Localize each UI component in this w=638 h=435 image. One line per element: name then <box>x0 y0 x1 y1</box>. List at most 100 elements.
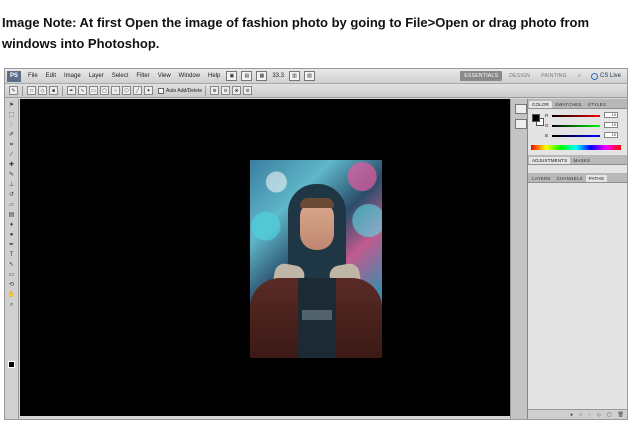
brush-tool-icon[interactable]: ✎ <box>7 171 17 179</box>
g-slider[interactable] <box>552 125 600 127</box>
color-spectrum-bar[interactable] <box>531 145 621 150</box>
rounded-rectangle-icon[interactable]: ▢ <box>100 86 109 95</box>
stroke-path-icon[interactable]: ○ <box>579 412 582 418</box>
delete-path-icon[interactable]: 🗑 <box>618 412 624 418</box>
zoom-level[interactable]: 33.3 <box>269 73 287 79</box>
b-slider[interactable] <box>552 135 600 137</box>
tab-channels[interactable]: CHANNELS <box>554 175 586 182</box>
ps-logo: PS <box>7 70 21 82</box>
actions-panel-icon[interactable] <box>514 119 527 129</box>
tab-masks[interactable]: MASKS <box>570 157 593 164</box>
bridge-icon[interactable]: ▣ <box>226 71 238 81</box>
face <box>300 202 334 250</box>
tab-swatches[interactable]: SWATCHES <box>552 101 585 108</box>
menu-image[interactable]: Image <box>60 73 85 79</box>
pen-tool-icon[interactable]: ✒ <box>7 241 17 249</box>
history-brush-tool-icon[interactable]: ↺ <box>7 191 17 199</box>
tab-paths[interactable]: PATHS <box>585 175 608 182</box>
fill-pixels-icon[interactable]: ■ <box>49 86 58 95</box>
polygon-icon[interactable]: ⬡ <box>122 86 131 95</box>
shape-layers-icon[interactable]: □ <box>27 86 36 95</box>
clone-stamp-tool-icon[interactable]: ⊥ <box>7 181 17 189</box>
cs-live-icon <box>590 72 598 80</box>
zoom-tool-icon[interactable]: ⌕ <box>7 301 17 309</box>
tab-styles[interactable]: STYLES <box>585 101 609 108</box>
move-tool-icon[interactable]: ➤ <box>7 101 17 109</box>
custom-shape-icon[interactable]: ✦ <box>144 86 153 95</box>
exclude-path-icon[interactable]: ⊘ <box>243 86 253 95</box>
r-label: R <box>545 113 549 118</box>
crop-tool-icon[interactable]: ⌗ <box>7 141 17 149</box>
pen-tool-icon[interactable]: ✎ <box>9 86 18 95</box>
path-select-tool-icon[interactable]: ↖ <box>7 261 17 269</box>
lasso-tool-icon[interactable]: ◌ <box>7 121 17 129</box>
b-label: B <box>545 133 549 138</box>
adjustments-panel-tabs: ADJUSTMENTS MASKS <box>528 155 627 165</box>
menu-layer[interactable]: Layer <box>85 73 108 79</box>
menu-view[interactable]: View <box>154 73 175 79</box>
paths-panel: ● ○ ◌ ◇ ▢ 🗑 <box>528 183 627 419</box>
fill-path-icon[interactable]: ● <box>570 412 573 418</box>
add-to-path-icon[interactable]: ⊕ <box>210 86 220 95</box>
eraser-tool-icon[interactable]: ▱ <box>7 201 17 209</box>
shape-tool-icon[interactable]: ▭ <box>7 271 17 279</box>
menu-window[interactable]: Window <box>175 73 204 79</box>
line-icon[interactable]: ╱ <box>133 86 142 95</box>
fashion-photo <box>250 160 382 358</box>
menu-filter[interactable]: Filter <box>132 73 153 79</box>
arrange-documents-icon[interactable]: ▥ <box>289 71 301 81</box>
foreground-color-swatch[interactable] <box>8 361 15 368</box>
g-value-field[interactable]: 10 <box>604 122 618 128</box>
marquee-tool-icon[interactable]: ⬚ <box>7 111 17 119</box>
history-panel-icon[interactable] <box>514 104 527 114</box>
auto-add-delete-checkbox[interactable] <box>158 87 164 94</box>
cs-live-label: CS Live <box>599 73 621 79</box>
r-slider[interactable] <box>552 115 600 117</box>
b-value-field[interactable]: 10 <box>604 132 618 138</box>
cs-live-button[interactable]: CS Live <box>588 72 627 80</box>
menu-select[interactable]: Select <box>108 73 133 79</box>
workspace-design[interactable]: DESIGN <box>505 71 534 81</box>
menu-edit[interactable]: Edit <box>42 73 60 79</box>
shirt-print <box>302 310 332 320</box>
tab-color[interactable]: COLOR <box>529 101 553 108</box>
type-tool-icon[interactable]: T <box>7 251 17 259</box>
blur-tool-icon[interactable]: ♦ <box>7 221 17 229</box>
photoshop-window: PS File Edit Image Layer Select Filter V… <box>4 68 628 420</box>
make-work-path-icon[interactable]: ◇ <box>597 412 601 418</box>
more-workspaces-icon[interactable]: » <box>574 71 585 81</box>
hand-tool-icon[interactable]: ✋ <box>7 291 17 299</box>
view-extras-icon[interactable]: ▦ <box>256 71 268 81</box>
new-path-icon[interactable]: ▢ <box>607 412 612 418</box>
menu-file[interactable]: File <box>24 73 42 79</box>
quick-select-tool-icon[interactable]: ✐ <box>7 131 17 139</box>
workspace-essentials[interactable]: ESSENTIALS <box>460 71 503 81</box>
g-label: G <box>545 123 549 128</box>
foreground-color-box[interactable] <box>532 114 540 122</box>
load-selection-icon[interactable]: ◌ <box>588 412 591 418</box>
ellipse-icon[interactable]: ○ <box>111 86 120 95</box>
intersect-path-icon[interactable]: ⊗ <box>232 86 242 95</box>
image-note: Image Note: At first Open the image of f… <box>2 15 590 51</box>
screen-mode-icon[interactable]: ▧ <box>304 71 316 81</box>
menu-help[interactable]: Help <box>204 73 224 79</box>
auto-add-delete-label: Auto Add/Delete <box>166 87 203 94</box>
tab-adjustments[interactable]: ADJUSTMENTS <box>529 157 571 164</box>
document-canvas[interactable] <box>20 99 525 416</box>
layers-panel-tabs: LAYERS CHANNELS PATHS <box>528 173 627 183</box>
rectangle-icon[interactable]: ▭ <box>89 86 98 95</box>
healing-brush-tool-icon[interactable]: ✚ <box>7 161 17 169</box>
paths-icon[interactable]: ◇ <box>38 86 47 95</box>
pen-icon[interactable]: ✒ <box>67 86 76 95</box>
gradient-tool-icon[interactable]: ▤ <box>7 211 17 219</box>
dodge-tool-icon[interactable]: ● <box>7 231 17 239</box>
mini-bridge-icon[interactable]: ▤ <box>241 71 253 81</box>
subtract-path-icon[interactable]: ⊖ <box>221 86 231 95</box>
tab-layers[interactable]: LAYERS <box>529 175 554 182</box>
freeform-pen-icon[interactable]: ∿ <box>78 86 87 95</box>
workspace-painting[interactable]: PAINTING <box>537 71 571 81</box>
3d-rotate-tool-icon[interactable]: ⟲ <box>7 281 17 289</box>
eyedropper-tool-icon[interactable]: ⁄ <box>7 151 17 159</box>
r-value-field[interactable]: 10 <box>604 112 618 118</box>
hair <box>300 198 334 208</box>
